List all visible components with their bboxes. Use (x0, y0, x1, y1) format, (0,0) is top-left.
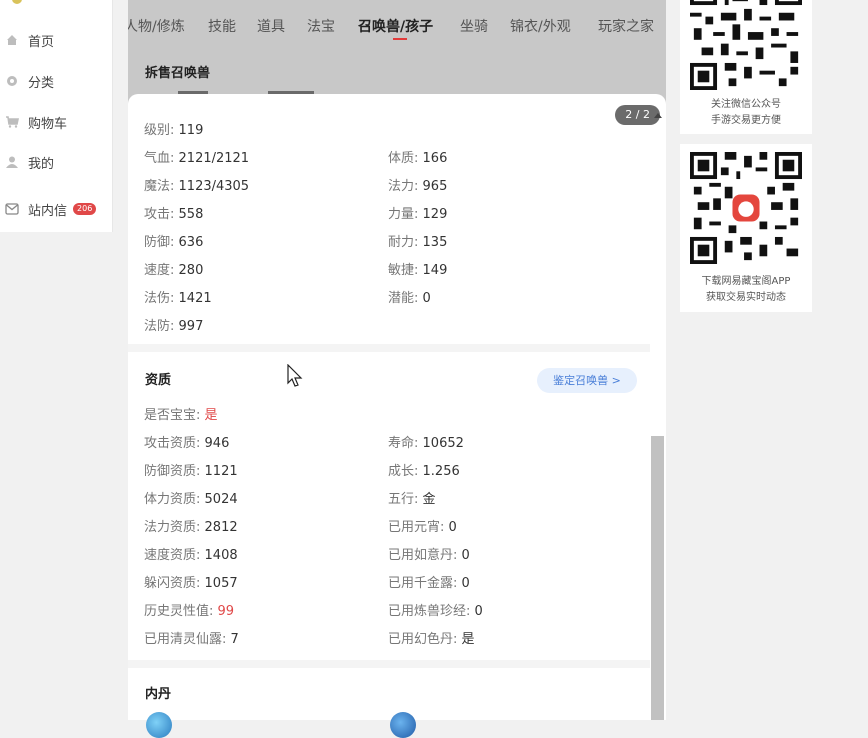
stat-row: 法防: 997 (144, 319, 204, 334)
sidebar-item-cart[interactable]: 购物车 (0, 107, 112, 137)
aptitude-row: 已用如意丹: 0 (388, 548, 470, 563)
sidebar-item-mine[interactable]: 我的 (0, 147, 112, 177)
stat-row: 法伤: 1421 (144, 291, 212, 306)
aptitude-row: 速度资质: 1408 (144, 548, 238, 563)
aptitude-row: 已用炼兽珍经: 0 (388, 604, 483, 619)
stat-row: 速度: 280 (144, 263, 204, 278)
sidebar-item-label: 购物车 (28, 116, 68, 132)
logo-dot (12, 0, 22, 4)
sidebar-item-messages[interactable]: 站内信 206 (0, 194, 112, 224)
aptitude-row: 已用千金露: 0 (388, 576, 470, 591)
neidan-title: 内丹 (145, 687, 172, 702)
qr-caption: 获取交易实时动态 (706, 292, 786, 303)
unread-badge: 206 (73, 203, 97, 215)
neidan-orb-icon[interactable] (146, 712, 172, 738)
aptitude-row: 已用元宵: 0 (388, 520, 457, 535)
stat-row: 魔法: 1123/4305 (144, 179, 250, 194)
right-promo-column: 关注微信公众号 手游交易更方便 下载网易藏宝阁APP 获取交易实时动态 (680, 0, 812, 720)
qr-caption: 手游交易更方便 (711, 115, 781, 126)
stat-row: 敏捷: 149 (388, 263, 448, 278)
sidebar-item-label: 首页 (28, 34, 55, 50)
section-divider (128, 660, 650, 668)
stat-row: 耐力: 135 (388, 235, 448, 250)
category-tabs: 人物/修炼 技能 道具 法宝 召唤兽/孩子 坐骑 锦衣/外观 玩家之家 (128, 6, 666, 46)
sidebar-item-label: 站内信 (28, 203, 68, 219)
stat-level: 级别: 119 (144, 123, 204, 138)
section-title: 拆售召唤兽 (145, 66, 211, 81)
qr-caption: 下载网易藏宝阁APP (701, 276, 791, 287)
tab-outfits[interactable]: 锦衣/外观 (510, 16, 571, 36)
aptitude-title: 资质 (145, 373, 172, 388)
aptitude-row: 攻击资质: 946 (144, 436, 230, 451)
wechat-qr-code-icon (690, 0, 802, 90)
qr-caption: 关注微信公众号 (711, 99, 781, 110)
aptitude-row: 防御资质: 1121 (144, 464, 238, 479)
sidebar-item-home[interactable]: 首页 (0, 25, 112, 55)
user-icon (5, 155, 19, 169)
aptitude-row: 已用清灵仙露: 7 (144, 632, 239, 647)
mouse-cursor-icon (287, 364, 303, 387)
sidebar-item-category[interactable]: 分类 (0, 66, 112, 96)
tab-home[interactable]: 玩家之家 (598, 16, 654, 36)
left-sidebar: 首页 分类 购物车 我的 站内信 206 (0, 0, 113, 232)
scrollbar[interactable] (651, 436, 664, 720)
app-download-qr-code-icon (690, 152, 802, 264)
scroll-up-arrow-icon[interactable] (654, 113, 662, 118)
tab-mounts[interactable]: 坐骑 (460, 16, 488, 36)
aptitude-row: 法力资质: 2812 (144, 520, 238, 535)
tab-pets[interactable]: 召唤兽/孩子 (358, 16, 433, 36)
mail-icon (5, 202, 19, 216)
tab-skills[interactable]: 技能 (208, 16, 236, 36)
wechat-qr-card: 关注微信公众号 手游交易更方便 (680, 0, 812, 134)
stat-row: 法力: 965 (388, 179, 448, 194)
stat-row: 气血: 2121/2121 (144, 151, 250, 166)
aptitude-row: 体力资质: 5024 (144, 492, 238, 507)
aptitude-row: 五行: 金 (388, 492, 436, 507)
sidebar-item-label: 分类 (28, 75, 55, 91)
stat-is-baby: 是否宝宝: 是 (144, 408, 218, 423)
tab-character[interactable]: 人物/修炼 (128, 16, 185, 36)
aptitude-row: 寿命: 10652 (388, 436, 464, 451)
identify-pet-button[interactable]: 鉴定召唤兽 > (537, 368, 637, 393)
category-icon (5, 74, 19, 88)
section-divider (128, 344, 650, 352)
stat-row: 攻击: 558 (144, 207, 204, 222)
app-qr-card: 下载网易藏宝阁APP 获取交易实时动态 (680, 144, 812, 312)
stat-row: 防御: 636 (144, 235, 204, 250)
stat-row: 体质: 166 (388, 151, 448, 166)
aptitude-row: 躲闪资质: 1057 (144, 576, 238, 591)
active-tab-indicator (393, 38, 407, 40)
home-icon (5, 33, 19, 47)
tab-items[interactable]: 道具 (257, 16, 285, 36)
stat-row: 力量: 129 (388, 207, 448, 222)
cart-icon (5, 115, 19, 129)
aptitude-row: 历史灵性值: 99 (144, 604, 235, 619)
sidebar-item-label: 我的 (28, 156, 55, 172)
stat-row: 潜能: 0 (388, 291, 431, 306)
neidan-orb-icon[interactable] (390, 712, 416, 738)
aptitude-row: 已用幻色丹: 是 (388, 632, 475, 647)
tab-treasure[interactable]: 法宝 (307, 16, 335, 36)
aptitude-row: 成长: 1.256 (388, 464, 460, 479)
